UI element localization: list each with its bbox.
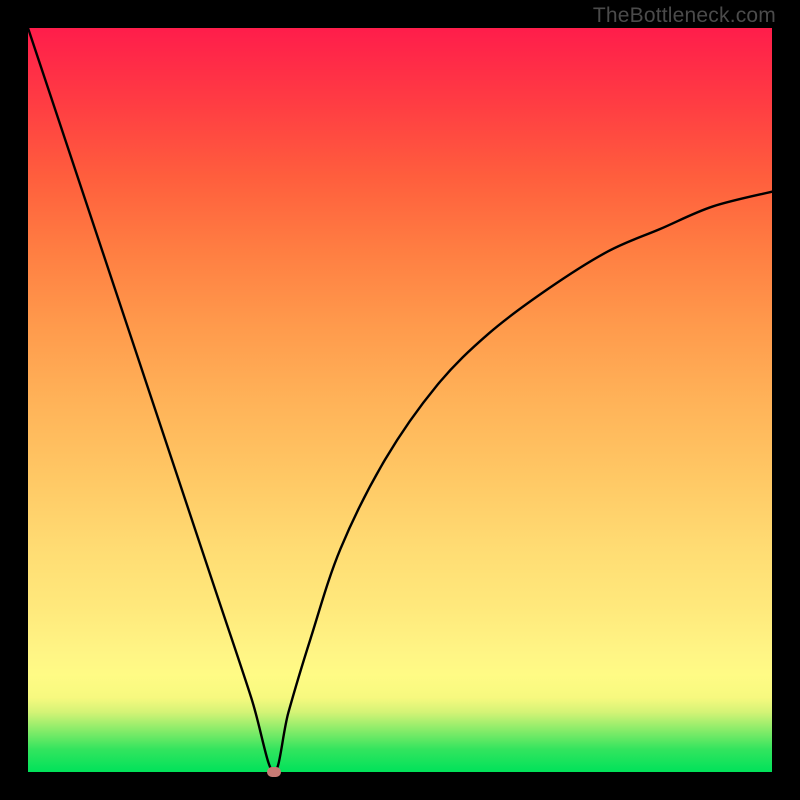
curve-svg bbox=[28, 28, 772, 772]
bottleneck-curve bbox=[28, 28, 772, 772]
watermark-text: TheBottleneck.com bbox=[593, 4, 776, 28]
chart-frame: TheBottleneck.com bbox=[0, 0, 800, 800]
optimal-point-marker bbox=[267, 767, 281, 777]
plot-area bbox=[28, 28, 772, 772]
